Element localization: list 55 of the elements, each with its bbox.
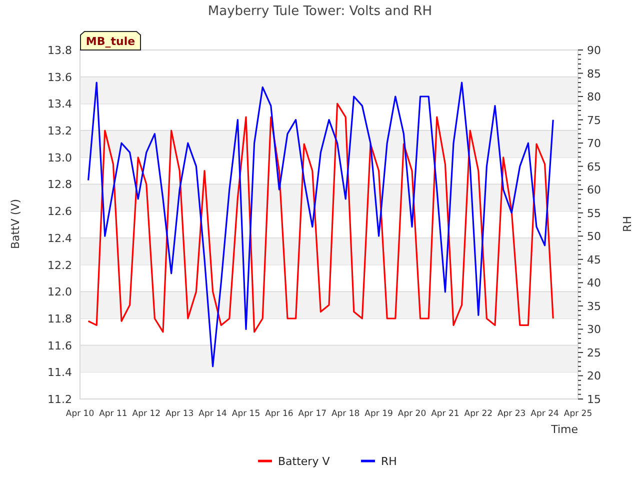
tick-label: Apr 25 xyxy=(564,409,592,419)
tick-label: 20 xyxy=(587,370,601,383)
tick-label: 11.8 xyxy=(48,312,72,326)
chart-title: Mayberry Tule Tower: Volts and RH xyxy=(208,4,432,19)
tick-label: Apr 14 xyxy=(198,409,227,419)
tick-label: 13.4 xyxy=(48,98,72,111)
tick-label: 12.0 xyxy=(48,286,72,299)
tick-label: Apr 19 xyxy=(364,409,393,419)
tick-label: 40 xyxy=(587,276,601,290)
tick-label: Apr 13 xyxy=(165,409,194,419)
tick-label: 11.4 xyxy=(48,366,72,380)
tick-label: 12.8 xyxy=(48,178,72,192)
legend-label: RH xyxy=(381,455,397,468)
tick-label: 11.6 xyxy=(48,339,72,352)
tick-label: 85 xyxy=(587,67,601,80)
tick-label: Apr 11 xyxy=(99,409,128,419)
tick-label: Apr 15 xyxy=(232,409,260,419)
tick-label: 13.8 xyxy=(48,44,72,57)
axis-label: RH xyxy=(621,216,634,232)
tick-label: 80 xyxy=(587,90,601,104)
tick-label: 55 xyxy=(587,206,601,220)
legend-label: Battery V xyxy=(278,455,330,468)
tick-label: Apr 12 xyxy=(132,409,161,419)
tick-label: 60 xyxy=(587,184,601,197)
tick-label: 12.4 xyxy=(48,232,72,245)
tick-label: 12.2 xyxy=(48,258,72,272)
tick-label: 50 xyxy=(587,230,601,244)
tick-label: 13.6 xyxy=(48,70,72,84)
tick-label: 70 xyxy=(587,137,601,150)
tick-label: 35 xyxy=(587,300,601,313)
tick-label: 90 xyxy=(587,44,601,57)
tick-label: Apr 18 xyxy=(331,409,360,419)
axis-label: Time xyxy=(551,423,578,436)
tick-label: Apr 22 xyxy=(464,409,493,419)
legend-item: RH xyxy=(361,455,397,468)
tick-label: Apr 17 xyxy=(298,409,327,419)
tick-label: Apr 16 xyxy=(265,409,294,419)
legend-item: Battery V xyxy=(258,455,330,468)
tick-label: 11.2 xyxy=(48,393,72,406)
tick-label: 25 xyxy=(587,346,601,360)
tick-label: Apr 23 xyxy=(497,409,526,419)
tick-label: Apr 24 xyxy=(530,409,559,419)
tick-label: Apr 20 xyxy=(398,409,426,419)
tick-label: 15 xyxy=(587,393,601,406)
tick-label: 12.6 xyxy=(48,205,72,218)
tick-label: 65 xyxy=(587,160,601,174)
tick-label: Apr 10 xyxy=(66,409,94,419)
tick-label: 45 xyxy=(587,253,601,266)
tick-label: 75 xyxy=(587,114,601,127)
tick-label: 13.0 xyxy=(48,151,72,164)
tick-label: 13.2 xyxy=(48,124,72,138)
tick-label: 30 xyxy=(587,323,601,336)
axis-label: BattV (V) xyxy=(9,198,22,250)
station-badge: MB_tule xyxy=(80,31,141,50)
tick-label: Apr 21 xyxy=(431,409,460,419)
